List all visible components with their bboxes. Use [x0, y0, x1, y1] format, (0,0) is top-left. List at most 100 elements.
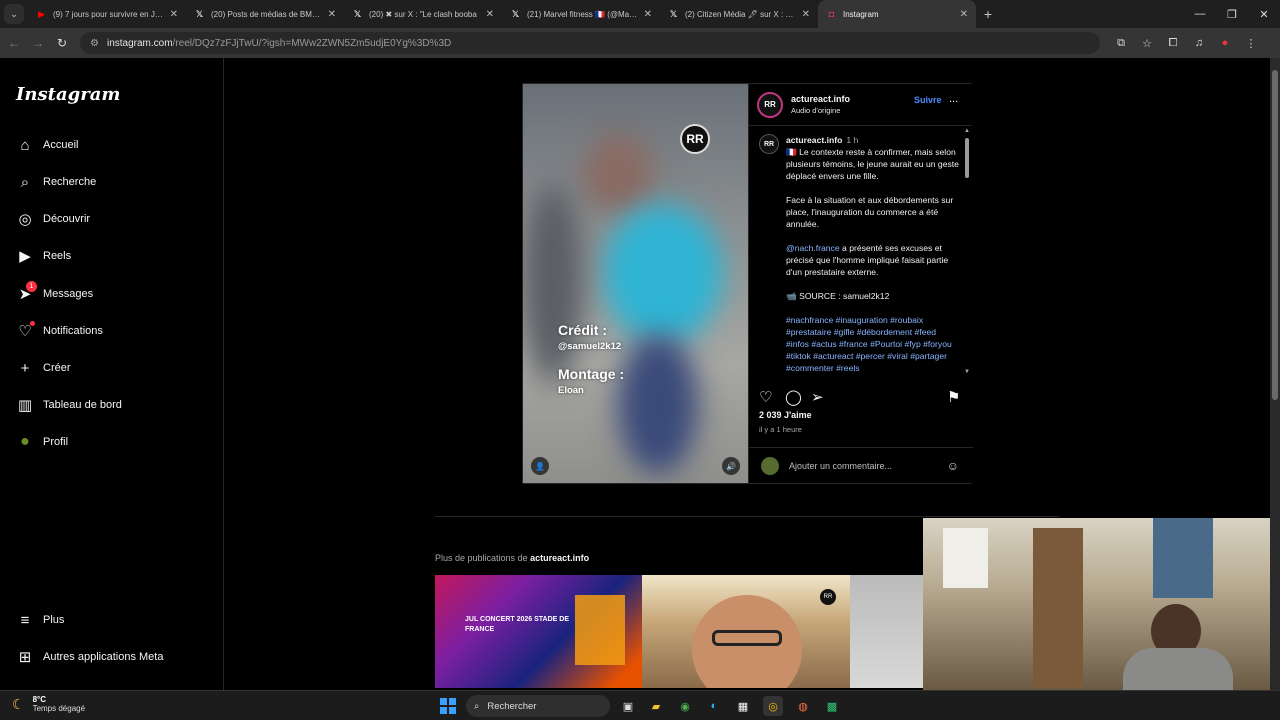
taskbar-search[interactable]: ⌕ Rechercher: [466, 695, 610, 717]
obs-icon[interactable]: ▩: [822, 696, 842, 716]
sidebar-item-home[interactable]: ⌂ Accueil: [16, 135, 78, 155]
more-options-icon[interactable]: ...: [949, 93, 958, 105]
browser-tab[interactable]: 𝕏 (21) Marvel fitness 🇫🇷 (@Marvel ✕: [502, 0, 660, 28]
audio-label[interactable]: Audio d'origine: [791, 106, 850, 115]
task-view-icon[interactable]: ▣: [618, 696, 638, 716]
author-avatar[interactable]: RR: [757, 91, 783, 118]
sidebar-item-meta-apps[interactable]: ⊞ Autres applications Meta: [16, 647, 164, 667]
restore-button[interactable]: ❐: [1216, 0, 1248, 28]
browser-menu-icon[interactable]: ⋮: [1242, 37, 1260, 50]
sidebar-item-search[interactable]: ⌕ Recherche: [16, 172, 96, 192]
close-tab-icon[interactable]: ✕: [170, 9, 178, 20]
site-info-icon[interactable]: ⚙: [90, 38, 99, 49]
tab-search-button[interactable]: ⌄: [4, 4, 24, 24]
hashtags[interactable]: #nachfrance #inauguration #roubaix #pres…: [786, 314, 961, 374]
bookmark-star-icon[interactable]: ☆: [1138, 37, 1156, 50]
edge-icon[interactable]: ◐: [704, 696, 724, 716]
more-posts-prefix: Plus de publications de: [435, 553, 531, 563]
weather-widget[interactable]: ☾ 8°C Temps dégagé: [12, 695, 85, 713]
unread-dot: [30, 321, 35, 326]
emoji-icon[interactable]: ☺: [947, 459, 959, 473]
profile-icon[interactable]: ●: [1216, 37, 1234, 50]
comment-input[interactable]: Ajouter un commentaire...: [789, 461, 947, 471]
browser-tab[interactable]: ◘ Instagram ✕: [818, 0, 976, 28]
caption-paragraph-2: Face à la situation et aux débordements …: [786, 195, 954, 229]
more-post-thumbnail[interactable]: [850, 575, 923, 688]
sidebar-item-messenger[interactable]: ➤ 1 Messages: [16, 281, 93, 304]
mention-link[interactable]: @nach.france: [786, 243, 840, 253]
browser-tab[interactable]: 𝕏 (2) Citizen Média 🖋 sur X : "🇫🇷 ✕: [660, 0, 818, 28]
close-tab-icon[interactable]: ✕: [960, 9, 968, 20]
montage-label: Montage :: [558, 366, 625, 382]
new-tab-button[interactable]: +: [976, 6, 1000, 22]
sidebar-item-reels[interactable]: ▶ Reels: [16, 246, 71, 266]
browser-tab[interactable]: ▶ (9) 7 jours pour survivre en Jungle ✕: [28, 0, 186, 28]
browser-tab-strip: ⌄ ▶ (9) 7 jours pour survivre en Jungle ✕ 𝕏…: [0, 0, 1280, 28]
file-explorer-icon[interactable]: ▰: [646, 696, 666, 716]
caption-username[interactable]: actureact.info: [786, 135, 842, 145]
more-post-thumbnail[interactable]: RR: [642, 575, 850, 688]
more-post-thumbnail[interactable]: JUL CONCERT 2026 STADE DE FRANCE: [435, 575, 642, 688]
close-tab-icon[interactable]: ✕: [644, 9, 652, 20]
sidebar-item-label: Accueil: [43, 139, 79, 151]
more-posts-user[interactable]: actureact.info: [530, 553, 589, 563]
close-tab-icon[interactable]: ✕: [486, 9, 494, 20]
xbox-icon[interactable]: ◉: [675, 696, 695, 716]
close-tab-icon[interactable]: ✕: [802, 9, 810, 20]
extensions-icon[interactable]: ⧠: [1164, 37, 1182, 50]
store-icon[interactable]: ▦: [733, 696, 753, 716]
windows-start-icon[interactable]: [440, 698, 456, 714]
firefox-icon[interactable]: ◍: [793, 696, 813, 716]
sidebar-item-label: Plus: [43, 614, 65, 626]
search-icon: ⌕: [474, 700, 480, 712]
tab-title: (9) 7 jours pour survivre en Jungle: [53, 9, 164, 19]
sidebar-item-menu[interactable]: ≡ Plus: [16, 610, 65, 630]
reload-button[interactable]: ↻: [50, 36, 74, 50]
weather-temp: 8°C: [32, 695, 46, 704]
montage-value: Eloan: [558, 385, 584, 396]
minimize-button[interactable]: —: [1184, 0, 1216, 28]
user-tags-icon[interactable]: 👤: [531, 457, 549, 475]
caption-avatar[interactable]: RR: [759, 134, 779, 154]
page-scrollbar[interactable]: [1270, 58, 1280, 690]
tab-title: (20) ✖ sur X : "Le clash booba: [369, 9, 477, 19]
comment-bubble-icon[interactable]: ◯: [785, 388, 802, 406]
close-window-button[interactable]: ✕: [1248, 0, 1280, 28]
install-app-icon[interactable]: ⧉: [1112, 37, 1130, 50]
sidebar-item-avatar[interactable]: ● Profil: [16, 432, 68, 452]
heart-icon: ♡: [16, 321, 35, 340]
menu-icon: ≡: [20, 611, 30, 629]
reels-icon: ▶: [19, 248, 31, 265]
browser-tab[interactable]: 𝕏 (20) ✖ sur X : "Le clash booba ✕: [344, 0, 502, 28]
post-timestamp: il y a 1 heure: [759, 425, 802, 434]
like-count[interactable]: 2 039 J'aime: [759, 410, 812, 420]
sidebar-item-plus[interactable]: + Créer: [16, 358, 71, 378]
x-icon: 𝕏: [195, 8, 204, 19]
thumbnail-text: JUL CONCERT 2026 STADE DE FRANCE: [465, 616, 569, 633]
like-heart-icon[interactable]: ♡: [759, 388, 772, 406]
youtube-icon: ▶: [38, 8, 45, 19]
forward-button[interactable]: →: [26, 36, 50, 50]
close-tab-icon[interactable]: ✕: [328, 9, 336, 20]
url-field[interactable]: ⚙ instagram.com/reel/DQz7zFJjTwU/?igsh=M…: [80, 32, 1100, 54]
browser-tab[interactable]: 𝕏 (20) Posts de médias de BMS | X ✕: [186, 0, 344, 28]
instagram-logo[interactable]: Instagram: [16, 84, 120, 105]
back-button[interactable]: ←: [2, 36, 26, 50]
caption-scrollbar[interactable]: ▲ ▼: [964, 128, 970, 378]
reel-video[interactable]: RR Crédit : @samuel2k12 Montage : Eloan …: [523, 84, 748, 483]
media-control-icon[interactable]: ♫: [1190, 37, 1208, 50]
save-bookmark-icon[interactable]: ⚑: [947, 388, 960, 406]
share-send-icon[interactable]: ➢: [811, 388, 824, 406]
sidebar-item-label: Découvrir: [43, 213, 91, 225]
sidebar-item-dashboard[interactable]: ▥ Tableau de bord: [16, 395, 122, 415]
sidebar-item-label: Reels: [43, 250, 72, 262]
volume-icon[interactable]: 🔊: [722, 457, 740, 475]
author-username[interactable]: actureact.info: [791, 94, 850, 104]
credit-value: @samuel2k12: [558, 341, 622, 352]
sidebar-item-compass[interactable]: ◎ Découvrir: [16, 209, 90, 229]
messenger-icon: ➤ 1: [16, 281, 37, 303]
sidebar-item-label: Notifications: [43, 325, 103, 337]
chrome-icon[interactable]: ◎: [763, 696, 783, 716]
follow-button[interactable]: Suivre: [914, 95, 942, 105]
sidebar-item-heart[interactable]: ♡ Notifications: [16, 321, 103, 341]
